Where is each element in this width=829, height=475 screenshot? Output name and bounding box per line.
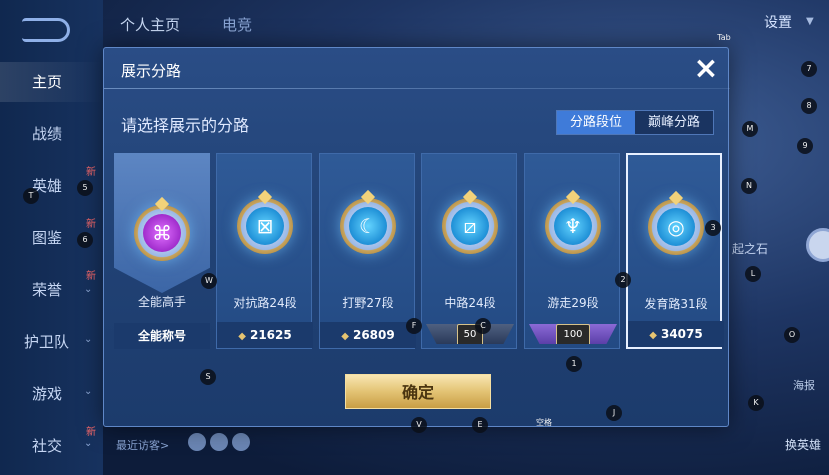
back-icon[interactable]: [22, 18, 70, 42]
key-hint: 6: [77, 232, 93, 248]
key-hint: 1: [566, 356, 582, 372]
chevron-down-icon: ⌄: [84, 386, 93, 397]
key-hint: E: [472, 417, 488, 433]
key-hint: 8: [801, 98, 817, 114]
new-badge: 新: [86, 219, 96, 230]
key-hint: 9: [797, 138, 813, 154]
key-hint: C: [475, 318, 491, 334]
new-badge: 新: [86, 271, 96, 282]
mid-lane-emblem-icon: ⧄: [442, 189, 498, 254]
key-hint: 空格: [536, 418, 552, 427]
tab-peak-lane[interactable]: 巅峰分路: [635, 111, 713, 134]
points-icon: ◆: [341, 331, 349, 342]
close-icon[interactable]: ×: [691, 54, 721, 84]
card-label: 发育路31段: [644, 297, 708, 311]
chevron-down-icon: ▼: [806, 16, 814, 27]
farm-lane-emblem-icon: ◎: [648, 190, 704, 255]
new-badge: 新: [86, 167, 96, 178]
settings-button[interactable]: 设置: [764, 12, 792, 32]
rank-badge: 50: [426, 324, 514, 344]
recent-visitors-link[interactable]: 最近访客>: [116, 437, 169, 453]
lane-card-clash[interactable]: ⊠ 对抗路24段 ◆ 21625: [216, 153, 313, 349]
hero-name: 起之石: [732, 242, 769, 256]
chevron-down-icon: ⌄: [84, 284, 93, 295]
key-hint: M: [742, 121, 758, 137]
card-foot: ◆ 26809: [320, 322, 416, 348]
key-hint: J: [606, 405, 622, 421]
card-label: 游走29段: [547, 296, 599, 310]
lane-card-jungle[interactable]: ☾ 打野27段 ◆ 26809: [319, 153, 416, 349]
lane-card-farm[interactable]: ◎ 发育路31段 ◆ 34075: [626, 153, 724, 349]
crown-icon: [462, 189, 478, 205]
report-button[interactable]: 海报: [793, 377, 815, 393]
card-foot: 全能称号: [114, 323, 210, 349]
key-hint: 3: [705, 220, 721, 236]
key-hint: L: [745, 266, 761, 282]
lane-card-mid[interactable]: ⧄ 中路24段 50: [421, 153, 517, 349]
lane-card-roam[interactable]: ♆ 游走29段 100: [524, 153, 620, 349]
key-hint: 7: [801, 61, 817, 77]
avatar[interactable]: [232, 433, 250, 451]
avatar[interactable]: [210, 433, 228, 451]
lane-mode-toggle: 分路段位 巅峰分路: [556, 110, 714, 135]
rank-badge: 100: [529, 324, 617, 344]
card-foot: ◆ 21625: [217, 322, 313, 348]
key-hint: 2: [615, 272, 631, 288]
card-points: 34075: [660, 327, 703, 341]
card-label: 对抗路24段: [233, 296, 297, 310]
confirm-button[interactable]: 确定: [345, 374, 491, 409]
tab-lane-rank[interactable]: 分路段位: [557, 111, 635, 134]
card-points: 21625: [249, 328, 292, 342]
crown-icon: [565, 189, 581, 205]
nav-item-record[interactable]: 战绩: [0, 114, 103, 154]
tab-profile[interactable]: 个人主页: [120, 14, 180, 35]
key-hint: F: [406, 318, 422, 334]
chevron-down-icon: ⌄: [84, 438, 93, 449]
card-label: 打野27段: [342, 296, 394, 310]
crown-icon: [668, 190, 684, 206]
key-hint: O: [784, 327, 800, 343]
display-lane-dialog: 展示分路 × 请选择展示的分路 分路段位 巅峰分路 ⌘ 全能高手 全能称号 ⊠ …: [103, 47, 730, 427]
key-hint: W: [201, 273, 217, 289]
card-points: 26809: [352, 328, 395, 342]
key-hint: T: [23, 188, 39, 204]
key-hint: 5: [77, 180, 93, 196]
nav-item-home[interactable]: 主页: [0, 62, 103, 102]
jungle-emblem-icon: ☾: [340, 189, 396, 254]
dialog-subtitle: 请选择展示的分路: [121, 116, 250, 135]
clash-lane-emblem-icon: ⊠: [237, 189, 293, 254]
avatar[interactable]: [188, 433, 206, 451]
roam-emblem-icon: ♆: [545, 189, 601, 254]
crown-icon: [257, 189, 273, 205]
lane-card-all-rounder[interactable]: ⌘ 全能高手 全能称号: [114, 153, 210, 349]
crown-icon: [360, 189, 376, 205]
divider: [104, 88, 730, 89]
chevron-down-icon: ⌄: [84, 334, 93, 345]
key-hint: S: [200, 369, 216, 385]
key-hint: Tab: [717, 33, 731, 42]
card-foot: ◆ 34075: [628, 321, 724, 347]
key-hint: V: [411, 417, 427, 433]
points-icon: ◆: [649, 330, 657, 341]
card-label: 中路24段: [444, 296, 496, 310]
points-icon: ◆: [238, 331, 246, 342]
key-hint: K: [748, 395, 764, 411]
dialog-title: 展示分路: [121, 62, 182, 80]
tab-esports[interactable]: 电竞: [222, 14, 252, 35]
all-rounder-emblem-icon: ⌘: [134, 196, 190, 261]
key-hint: N: [741, 178, 757, 194]
swap-hero-button[interactable]: 换英雄: [785, 436, 821, 453]
new-badge: 新: [86, 427, 96, 438]
card-label: 全能高手: [137, 295, 186, 309]
